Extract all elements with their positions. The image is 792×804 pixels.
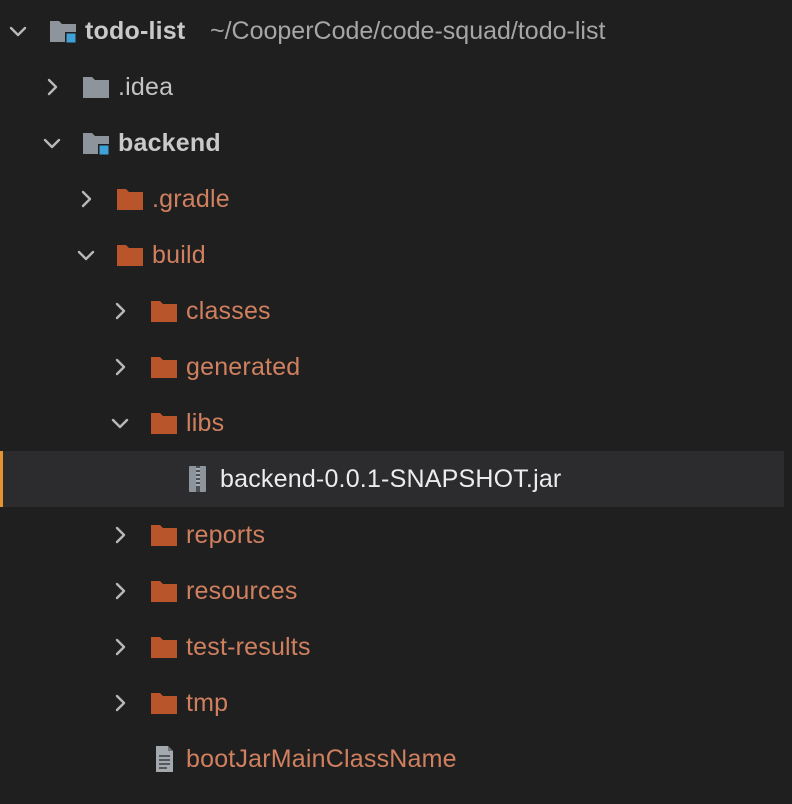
tree-row-jar-selected[interactable]: backend-0.0.1-SNAPSHOT.jar — [0, 451, 784, 507]
module-folder-icon — [81, 129, 111, 157]
tree-item-label: test-results — [186, 633, 311, 661]
folder-icon — [149, 353, 179, 381]
tree-row-tmp[interactable]: tmp — [0, 675, 784, 731]
folder-icon — [149, 577, 179, 605]
tree-item-label: todo-list — [85, 17, 186, 45]
tree-row-idea[interactable]: .idea — [0, 59, 784, 115]
tree-item-label: tmp — [186, 689, 229, 717]
tree-row-partial[interactable] — [0, 787, 784, 804]
tree-item-label: build — [152, 241, 206, 269]
chevron-right-icon[interactable] — [108, 691, 132, 715]
folder-icon — [149, 521, 179, 549]
chevron-right-icon[interactable] — [108, 355, 132, 379]
chevron-right-icon[interactable] — [40, 75, 64, 99]
jar-archive-icon — [183, 465, 213, 493]
tree-item-label: bootJarMainClassName — [186, 745, 457, 773]
tree-row-root[interactable]: todo-list ~/CooperCode/code-squad/todo-l… — [0, 3, 784, 59]
module-folder-icon — [48, 17, 78, 45]
project-tree: todo-list ~/CooperCode/code-squad/todo-l… — [0, 0, 792, 804]
folder-icon — [149, 633, 179, 661]
tree-item-label: libs — [186, 409, 225, 437]
tree-item-label: reports — [186, 521, 266, 549]
tree-item-label: classes — [186, 297, 271, 325]
tree-row-classes[interactable]: classes — [0, 283, 784, 339]
tree-row-backend[interactable]: backend — [0, 115, 784, 171]
tree-row-resources[interactable]: resources — [0, 563, 784, 619]
folder-icon — [115, 185, 145, 213]
chevron-down-icon[interactable] — [74, 243, 98, 267]
tree-row-build[interactable]: build — [0, 227, 784, 283]
chevron-down-icon[interactable] — [40, 131, 64, 155]
chevron-right-icon[interactable] — [108, 579, 132, 603]
chevron-right-icon[interactable] — [108, 635, 132, 659]
tree-row-reports[interactable]: reports — [0, 507, 784, 563]
folder-icon — [81, 73, 111, 101]
folder-icon — [149, 689, 179, 717]
tree-row-libs[interactable]: libs — [0, 395, 784, 451]
tree-row-test-results[interactable]: test-results — [0, 619, 784, 675]
folder-icon — [149, 409, 179, 437]
chevron-down-icon[interactable] — [6, 19, 30, 43]
tree-item-label: .gradle — [152, 185, 230, 213]
chevron-right-icon[interactable] — [108, 299, 132, 323]
folder-icon — [149, 297, 179, 325]
project-path: ~/CooperCode/code-squad/todo-list — [210, 17, 606, 45]
folder-icon — [115, 241, 145, 269]
chevron-right-icon[interactable] — [74, 187, 98, 211]
text-file-icon — [149, 745, 179, 773]
tree-item-label: .idea — [118, 73, 174, 101]
tree-item-label: backend — [118, 129, 221, 157]
tree-item-label: generated — [186, 353, 301, 381]
tree-row-gradle[interactable]: .gradle — [0, 171, 784, 227]
tree-row-bootjar-file[interactable]: bootJarMainClassName — [0, 731, 784, 787]
chevron-down-icon[interactable] — [108, 411, 132, 435]
tree-row-generated[interactable]: generated — [0, 339, 784, 395]
chevron-right-icon[interactable] — [108, 523, 132, 547]
tree-item-label: backend-0.0.1-SNAPSHOT.jar — [220, 465, 562, 493]
tree-item-label: resources — [186, 577, 298, 605]
